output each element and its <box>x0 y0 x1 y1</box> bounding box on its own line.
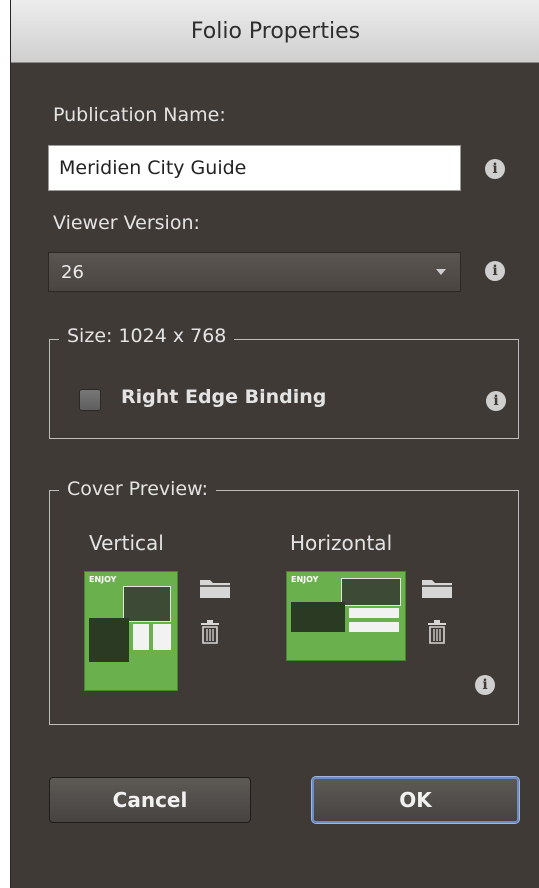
horizontal-trash-icon[interactable] <box>427 620 447 644</box>
thumbnail-card <box>349 608 399 618</box>
publication-info-icon[interactable]: i <box>485 159 505 179</box>
title-bar[interactable]: Folio Properties <box>11 0 539 63</box>
right-edge-binding-label[interactable]: Right Edge Binding <box>121 386 326 408</box>
thumbnail-card <box>133 624 149 650</box>
folio-properties-dialog: Folio Properties Publication Name: i Vie… <box>10 0 539 888</box>
right-edge-binding-checkbox[interactable] <box>79 389 101 411</box>
publication-name-input[interactable] <box>48 145 461 191</box>
window-title: Folio Properties <box>190 18 361 44</box>
viewer-info-icon[interactable]: i <box>485 261 505 281</box>
vertical-label: Vertical <box>89 531 164 555</box>
thumbnail-card <box>153 624 171 650</box>
viewer-version-select[interactable]: 26 <box>48 252 461 292</box>
thumbnail-logo: ENJOY <box>291 575 319 584</box>
ok-button[interactable]: OK <box>312 777 519 823</box>
vertical-folder-icon[interactable] <box>198 576 232 600</box>
thumbnail-photo <box>341 578 401 606</box>
size-info-icon[interactable]: i <box>486 391 506 411</box>
thumbnail-card <box>349 622 399 632</box>
cover-preview-legend: Cover Preview: <box>59 478 216 500</box>
horizontal-label: Horizontal <box>290 531 393 555</box>
vertical-cover-thumbnail[interactable]: ENJOY <box>84 571 178 691</box>
size-legend: Size: 1024 x 768 <box>59 325 235 347</box>
horizontal-folder-icon[interactable] <box>420 576 454 600</box>
thumbnail-text-block <box>291 602 345 632</box>
thumbnail-text-block <box>89 618 129 662</box>
viewer-version-label: Viewer Version: <box>53 212 200 234</box>
cancel-button[interactable]: Cancel <box>49 777 251 823</box>
thumbnail-photo <box>123 586 171 622</box>
viewer-version-value: 26 <box>61 261 84 283</box>
vertical-trash-icon[interactable] <box>200 620 220 644</box>
thumbnail-logo: ENJOY <box>89 575 117 584</box>
cover-info-icon[interactable]: i <box>475 675 495 695</box>
publication-name-label: Publication Name: <box>53 104 226 126</box>
horizontal-cover-thumbnail[interactable]: ENJOY <box>286 571 406 661</box>
chevron-down-icon <box>436 269 446 275</box>
